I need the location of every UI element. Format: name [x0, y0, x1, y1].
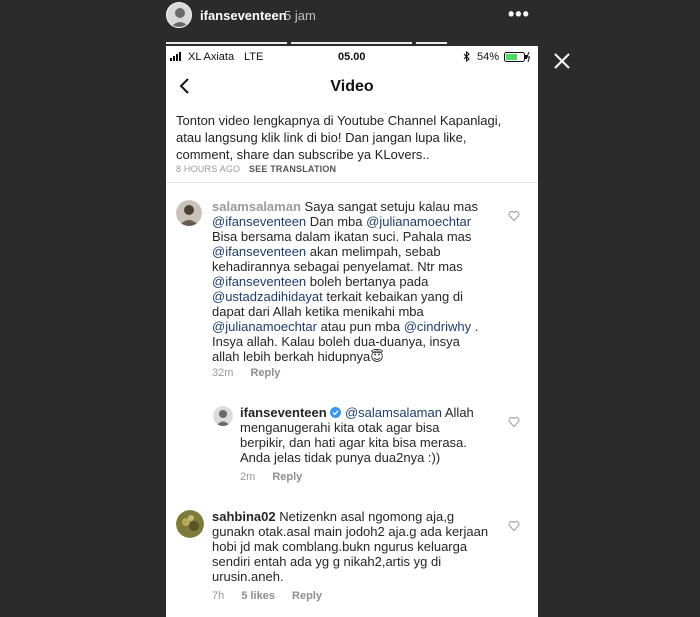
avatar[interactable]: [176, 200, 202, 226]
comment-mention[interactable]: @salamsalaman: [345, 405, 442, 420]
avatar-image: [213, 406, 233, 426]
story-header: ifanseventeen 5 jam •••: [0, 0, 700, 69]
comment-text: salamsalaman Saya sangat setuju kalau ma…: [212, 199, 512, 364]
verified-badge-icon: [330, 407, 342, 418]
comment-time: 32m: [212, 367, 234, 379]
story-progress-segment: [291, 42, 412, 44]
phone-screenshot: XL Axiata LTE 05.00 54% Video Tonton vid…: [166, 46, 538, 617]
avatar-image: [167, 3, 191, 27]
comment-meta: 32m Reply: [212, 367, 294, 379]
battery-icon: [504, 52, 531, 62]
battery-percent: 54%: [477, 51, 500, 63]
avatar[interactable]: [176, 510, 204, 538]
story-username[interactable]: ifanseventeen: [200, 8, 287, 23]
top-nav: Video: [166, 68, 538, 108]
avatar[interactable]: [213, 406, 233, 426]
caption-age: 8 HOURS AGO: [176, 164, 241, 174]
post-caption: Tonton video lengkapnya di Youtube Chann…: [176, 113, 502, 162]
story-time: 5 jam: [284, 8, 316, 23]
comment-username[interactable]: sahbina02: [212, 509, 276, 524]
story-progress-segment: [166, 42, 287, 44]
comment-line: allah lebih berkah hidupnya😇: [212, 349, 384, 364]
likes-count[interactable]: 5 likes: [241, 590, 275, 602]
comment-line: menganugerahi kita otak agar bisa: [240, 420, 440, 435]
comment-meta: 2m Reply: [240, 471, 316, 483]
mention-link[interactable]: @ifanseventeen: [212, 214, 306, 229]
comment-line: @julianamoechtar atau pun mba @cindriwhy…: [212, 319, 479, 334]
mention-link[interactable]: @ifanseventeen: [212, 274, 306, 289]
comment-line: berpikir, dan hati agar kita bisa merasa…: [240, 435, 467, 450]
comment-line: salamsalaman Saya sangat setuju kalau ma…: [212, 199, 512, 214]
comment-text: ifanseventeen @salamsalaman Allah mengan…: [240, 405, 480, 465]
comment-line: sahbina02 Netizenkn asal ngomong aja,g: [212, 509, 512, 524]
mention-link[interactable]: @ifanseventeen: [212, 244, 306, 259]
mention-link[interactable]: @julianamoechtar: [212, 319, 317, 334]
comment-line: ifanseventeen @salamsalaman Allah: [240, 405, 480, 420]
see-translation-link[interactable]: SEE TRANSLATION: [249, 164, 336, 174]
comment-line: dapat dari Allah ketika menikahi mba: [212, 304, 424, 319]
like-heart-icon[interactable]: [508, 210, 520, 222]
comment-time: 7h: [212, 590, 225, 602]
comment-line-text: Saya sangat setuju kalau mas: [304, 199, 478, 214]
close-icon[interactable]: [553, 52, 571, 70]
avatar-image: [176, 510, 204, 538]
comment-username[interactable]: salamsalaman: [212, 199, 301, 214]
comment-line: sendiri entah ada yg g nikah2,artis yg d…: [212, 554, 442, 569]
comment-line: kehadirannya sebagai penyelamat. Ntr mas: [212, 259, 463, 274]
page-title: Video: [330, 78, 374, 95]
comment-line: Anda jelas tidak punya dua2nya :)): [240, 450, 441, 465]
comment-line: @ifanseventeen boleh bertanya pada: [212, 274, 429, 289]
comment-meta: 7h 5 likes Reply: [212, 590, 336, 602]
reply-button[interactable]: Reply: [272, 471, 302, 483]
comment-line: hobi jd mak comblang.bukn ngurus keluarg…: [212, 539, 468, 554]
caption-meta: 8 HOURS AGO SEE TRANSLATION: [176, 164, 336, 174]
reply-button[interactable]: Reply: [250, 367, 280, 379]
comment-line-text: Allah: [444, 405, 474, 420]
network-label: LTE: [244, 51, 264, 63]
story-progress-segment: [416, 42, 447, 44]
status-bar: XL Axiata LTE 05.00 54%: [166, 46, 538, 68]
comment-line: @ustadzadihidayat terkait kebaikan yang …: [212, 289, 463, 304]
like-heart-icon[interactable]: [508, 520, 520, 532]
clock: 05.00: [338, 51, 366, 63]
comment-line: gunakn otak.asal main jodoh2 aja.g ada k…: [212, 524, 489, 539]
mention-link[interactable]: @julianamoechtar: [366, 214, 471, 229]
comment-line: Insya allah. Kalau boleh dua-duanya, ins…: [212, 334, 460, 349]
divider: [166, 182, 538, 183]
comment-text: sahbina02 Netizenkn asal ngomong aja,g g…: [212, 509, 512, 584]
comment-time: 2m: [240, 471, 256, 483]
mention-link[interactable]: @cindriwhy: [404, 319, 471, 334]
more-options-icon[interactable]: •••: [508, 4, 530, 25]
comment-line: @ifanseventeen Dan mba @julianamoechtar: [212, 214, 472, 229]
avatar-image: [176, 200, 202, 226]
comment-line-text: Netizenkn asal ngomong aja,g: [279, 509, 455, 524]
comment-line: @ifanseventeen akan melimpah, sebab: [212, 244, 441, 259]
signal-icon: [170, 52, 181, 61]
carrier-label: XL Axiata: [188, 51, 235, 63]
story-avatar[interactable]: [166, 2, 192, 28]
comment-line: urusin.aneh.: [212, 569, 284, 584]
bluetooth-icon: [463, 51, 470, 62]
comment-line: Bisa bersama dalam ikatan suci. Pahala m…: [212, 229, 472, 244]
reply-button[interactable]: Reply: [292, 590, 322, 602]
like-heart-icon[interactable]: [508, 416, 520, 428]
mention-link[interactable]: @ustadzadihidayat: [212, 289, 323, 304]
comment-username[interactable]: ifanseventeen: [240, 405, 327, 420]
